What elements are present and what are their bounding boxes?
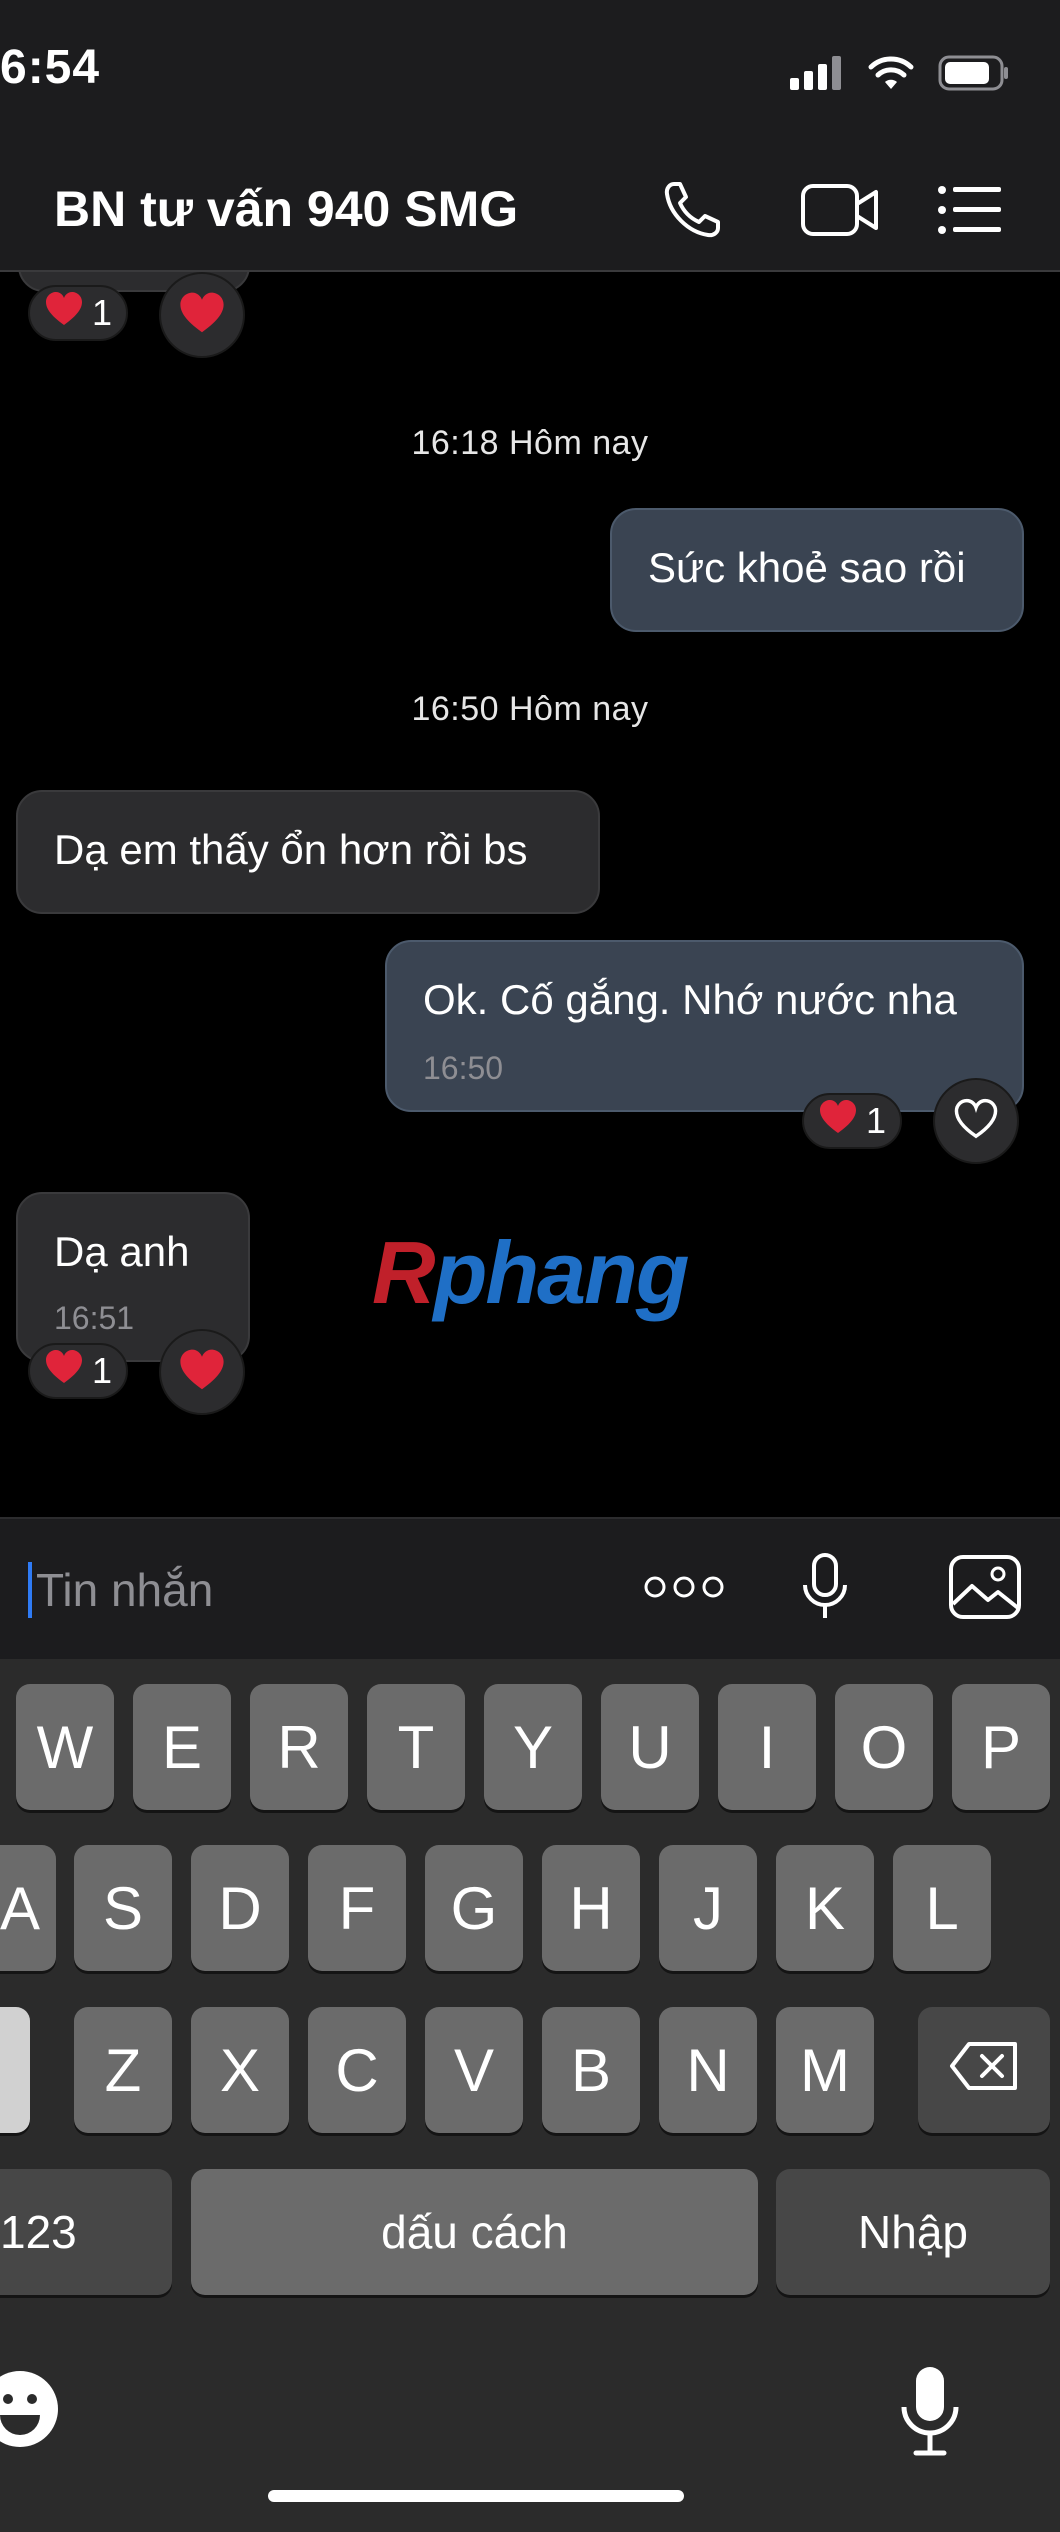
key-z[interactable]: Z <box>74 2007 172 2133</box>
key-d[interactable]: D <box>191 1845 289 1971</box>
heart-icon <box>44 291 84 336</box>
call-button[interactable] <box>652 172 732 252</box>
return-key[interactable]: Nhập <box>776 2169 1050 2295</box>
key-u[interactable]: U <box>601 1684 699 1810</box>
chat-header: BN tư vấn 940 SMG <box>0 150 1060 272</box>
more-dots-icon <box>644 1575 724 1604</box>
chat-screen: 6:54 BN tư vấn 940 SMG 1 16:18 Hôm nay S… <box>0 0 1060 2532</box>
chat-title[interactable]: BN tư vấn 940 SMG <box>54 180 518 238</box>
heart-icon <box>178 291 226 340</box>
heart-icon <box>178 1348 226 1397</box>
phone-icon <box>660 178 724 247</box>
react-button[interactable] <box>159 272 245 358</box>
emoji-icon <box>0 2371 60 2453</box>
message-text: Sức khoẻ sao rồi <box>648 544 966 591</box>
image-icon <box>948 1554 1022 1625</box>
status-icons <box>790 55 1010 96</box>
on-screen-keyboard: W E R T Y U I O P A S D F G H J K L Z X … <box>0 1659 1060 2532</box>
key-n[interactable]: N <box>659 2007 757 2133</box>
message-time: 16:50 <box>423 1050 504 1086</box>
wifi-icon <box>866 55 916 96</box>
voice-message-button[interactable] <box>780 1549 870 1629</box>
react-button[interactable] <box>933 1078 1019 1164</box>
message-list[interactable]: 1 16:18 Hôm nay Sức khoẻ sao rồi 16:50 H… <box>0 272 1060 1517</box>
key-g[interactable]: G <box>425 1845 523 1971</box>
key-x[interactable]: X <box>191 2007 289 2133</box>
reaction-count: 1 <box>866 1100 887 1141</box>
heart-icon <box>44 1349 84 1394</box>
numbers-key[interactable]: 123 <box>0 2169 172 2295</box>
message-text: Dạ em thấy ổn hơn rồi bs <box>54 826 528 873</box>
dictation-button[interactable] <box>895 2365 965 2465</box>
react-button[interactable] <box>159 1329 245 1415</box>
emoji-button[interactable] <box>0 2369 70 2469</box>
reaction-count: 1 <box>92 292 113 333</box>
date-separator: 16:50 Hôm nay <box>411 690 649 728</box>
shift-key[interactable] <box>0 2007 30 2133</box>
key-e[interactable]: E <box>133 1684 231 1810</box>
key-w[interactable]: W <box>16 1684 114 1810</box>
message-bubble-incoming[interactable]: Dạ em thấy ổn hơn rồi bs <box>16 790 600 914</box>
message-input[interactable]: Tin nhắn <box>28 1557 588 1623</box>
reaction-count: 1 <box>92 1350 113 1391</box>
message-time: 16:51 <box>54 1300 135 1336</box>
heart-icon <box>818 1099 858 1144</box>
key-a[interactable]: A <box>0 1845 56 1971</box>
message-text: Dạ anh <box>54 1228 190 1275</box>
key-v[interactable]: V <box>425 2007 523 2133</box>
heart-outline-icon <box>953 1098 999 1145</box>
watermark-part-1: R <box>372 1223 436 1322</box>
key-k[interactable]: K <box>776 1845 874 1971</box>
key-c[interactable]: C <box>308 2007 406 2133</box>
message-composer: Tin nhắn <box>0 1517 1060 1659</box>
video-icon <box>800 180 880 245</box>
key-o[interactable]: O <box>835 1684 933 1810</box>
key-j[interactable]: J <box>659 1845 757 1971</box>
key-t[interactable]: T <box>367 1684 465 1810</box>
status-bar: 6:54 <box>0 0 1060 150</box>
microphone-icon <box>800 1552 850 1627</box>
delete-key[interactable] <box>918 2007 1050 2133</box>
key-h[interactable]: H <box>542 1845 640 1971</box>
battery-icon <box>938 55 1010 96</box>
backspace-icon <box>949 2036 1019 2105</box>
key-p[interactable]: P <box>952 1684 1050 1810</box>
watermark-logo: Rphang <box>372 1222 690 1324</box>
status-time: 6:54 <box>0 41 101 94</box>
key-s[interactable]: S <box>74 1845 172 1971</box>
key-b[interactable]: B <box>542 2007 640 2133</box>
reaction-summary[interactable]: 1 <box>28 285 129 341</box>
home-indicator[interactable] <box>268 2490 684 2502</box>
date-separator: 16:18 Hôm nay <box>411 424 649 462</box>
menu-button[interactable] <box>930 172 1010 252</box>
more-options-button[interactable] <box>636 1549 732 1629</box>
watermark-part-2: phang <box>433 1223 690 1322</box>
message-input-placeholder: Tin nhắn <box>36 1564 214 1616</box>
reaction-summary[interactable]: 1 <box>802 1093 903 1149</box>
attach-image-button[interactable] <box>940 1549 1030 1629</box>
cellular-signal-icon <box>790 56 844 95</box>
space-key[interactable]: dấu cách <box>191 2169 758 2295</box>
microphone-icon <box>898 2365 962 2465</box>
text-caret <box>28 1562 32 1618</box>
message-bubble-outgoing[interactable]: Ok. Cố gắng. Nhớ nước nha 16:50 <box>385 940 1024 1112</box>
key-l[interactable]: L <box>893 1845 991 1971</box>
key-y[interactable]: Y <box>484 1684 582 1810</box>
message-text: Ok. Cố gắng. Nhớ nước nha <box>423 976 957 1023</box>
message-bubble-outgoing[interactable]: Sức khoẻ sao rồi <box>610 508 1024 632</box>
video-call-button[interactable] <box>790 172 890 252</box>
key-m[interactable]: M <box>776 2007 874 2133</box>
key-r[interactable]: R <box>250 1684 348 1810</box>
reaction-summary[interactable]: 1 <box>28 1343 129 1399</box>
key-i[interactable]: I <box>718 1684 816 1810</box>
menu-list-icon <box>937 185 1003 240</box>
key-f[interactable]: F <box>308 1845 406 1971</box>
